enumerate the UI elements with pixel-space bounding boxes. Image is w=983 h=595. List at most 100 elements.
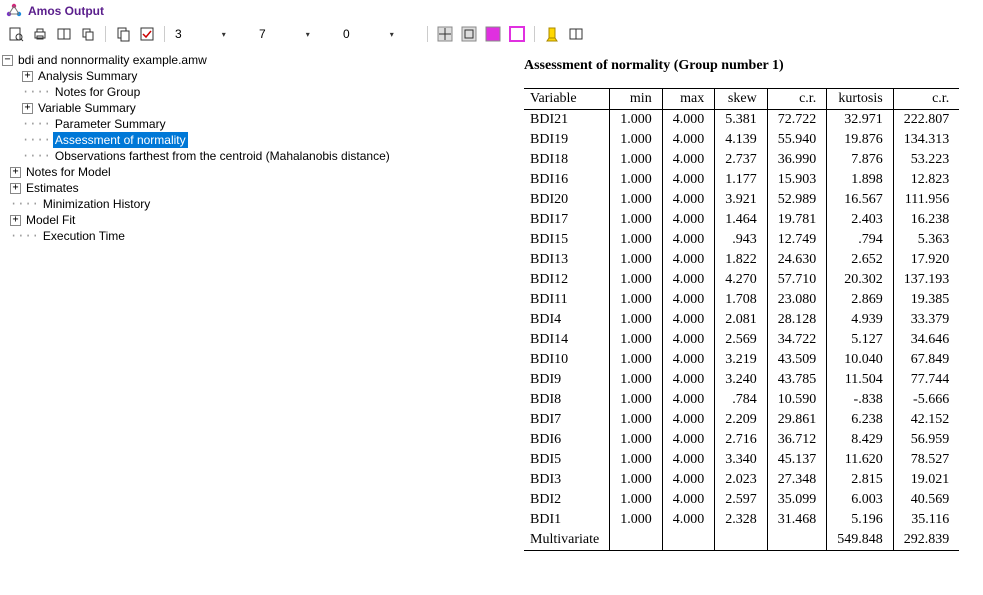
- table-cell: 5.363: [893, 230, 959, 250]
- table-header: c.r.: [767, 89, 827, 110]
- main-area: − bdi and nonnormality example.amw +Anal…: [0, 48, 983, 595]
- tree-item[interactable]: +Estimates: [2, 180, 508, 196]
- tree-root[interactable]: − bdi and nonnormality example.amw: [2, 52, 508, 68]
- table-cell: 19.385: [893, 290, 959, 310]
- table-row: BDI181.0004.0002.73736.9907.87653.223: [524, 150, 959, 170]
- table-cell: 292.839: [893, 530, 959, 551]
- table-cell: 5.127: [827, 330, 894, 350]
- table-cell: 78.527: [893, 450, 959, 470]
- table-cell: 36.712: [767, 430, 827, 450]
- copy-clipboard-button[interactable]: [113, 24, 133, 44]
- tree-item[interactable]: ····Notes for Group: [2, 84, 508, 100]
- dropdown-arrow-icon: ▾: [306, 30, 310, 39]
- table-cell: 56.959: [893, 430, 959, 450]
- table-cell: BDI11: [524, 290, 610, 310]
- table-cell: 34.646: [893, 330, 959, 350]
- table-cell: 4.000: [662, 430, 715, 450]
- window-title: Amos Output: [28, 4, 104, 18]
- table-cell: 4.000: [662, 450, 715, 470]
- content-pane: Assessment of normality (Group number 1)…: [510, 48, 983, 595]
- table-cell: 4.000: [662, 230, 715, 250]
- table-cell: BDI2: [524, 490, 610, 510]
- book-button[interactable]: [54, 24, 74, 44]
- table-cell: BDI19: [524, 130, 610, 150]
- print-button[interactable]: [30, 24, 50, 44]
- table-cell: 3.219: [715, 350, 768, 370]
- table-cell: 52.989: [767, 190, 827, 210]
- table-cell: 1.000: [610, 450, 663, 470]
- navigation-tree[interactable]: − bdi and nonnormality example.amw +Anal…: [0, 48, 510, 595]
- tree-item[interactable]: ····Assessment of normality: [2, 132, 508, 148]
- table-cell: 16.567: [827, 190, 894, 210]
- table-cell: 4.000: [662, 250, 715, 270]
- expand-icon[interactable]: +: [10, 215, 21, 226]
- expand-icon[interactable]: +: [22, 71, 33, 82]
- expand-icon[interactable]: +: [10, 183, 21, 194]
- table-cell: [715, 530, 768, 551]
- combo-3[interactable]: 0 ▾: [340, 24, 420, 44]
- toggle-cross-button[interactable]: [435, 24, 455, 44]
- toolbar-separator: [427, 26, 428, 42]
- table-cell: 12.823: [893, 170, 959, 190]
- toolbar: 3 ▾ 7 ▾ 0 ▾: [0, 22, 983, 48]
- table-cell: BDI13: [524, 250, 610, 270]
- dropdown-arrow-icon: ▾: [390, 30, 394, 39]
- tree-item[interactable]: ····Parameter Summary: [2, 116, 508, 132]
- tree-item[interactable]: ····Execution Time: [2, 228, 508, 244]
- table-cell: 24.630: [767, 250, 827, 270]
- expand-icon[interactable]: +: [22, 103, 33, 114]
- combo-1[interactable]: 3 ▾: [172, 24, 252, 44]
- table-cell: -5.666: [893, 390, 959, 410]
- table-cell: 10.590: [767, 390, 827, 410]
- tree-item[interactable]: +Analysis Summary: [2, 68, 508, 84]
- table-cell: 11.504: [827, 370, 894, 390]
- tree-leaf-dots: ····: [10, 196, 39, 212]
- table-cell: 4.000: [662, 350, 715, 370]
- table-row: BDI201.0004.0003.92152.98916.567111.956: [524, 190, 959, 210]
- magenta-fill-button[interactable]: [483, 24, 503, 44]
- table-cell: 2.081: [715, 310, 768, 330]
- table-cell: 29.861: [767, 410, 827, 430]
- table-cell: 40.569: [893, 490, 959, 510]
- tree-item[interactable]: ····Minimization History: [2, 196, 508, 212]
- combo-2[interactable]: 7 ▾: [256, 24, 336, 44]
- table-cell: 16.238: [893, 210, 959, 230]
- tree-item[interactable]: +Model Fit: [2, 212, 508, 228]
- table-cell: 2.023: [715, 470, 768, 490]
- tree-item-label: Notes for Group: [53, 84, 142, 100]
- table-cell: 11.620: [827, 450, 894, 470]
- table-cell: 2.716: [715, 430, 768, 450]
- tree-item[interactable]: +Notes for Model: [2, 164, 508, 180]
- tree-item[interactable]: ····Observations farthest from the centr…: [2, 148, 508, 164]
- table-cell: 1.708: [715, 290, 768, 310]
- table-cell: 42.152: [893, 410, 959, 430]
- table-cell: 1.000: [610, 290, 663, 310]
- tree-item-label: Analysis Summary: [36, 68, 139, 84]
- table-cell: 4.000: [662, 190, 715, 210]
- table-cell: 43.785: [767, 370, 827, 390]
- toggle-box-button[interactable]: [459, 24, 479, 44]
- highlight-button[interactable]: [542, 24, 562, 44]
- magenta-empty-button[interactable]: [507, 24, 527, 44]
- collapse-icon[interactable]: −: [2, 55, 13, 66]
- table-row: BDI21.0004.0002.59735.0996.00340.569: [524, 490, 959, 510]
- tree-item[interactable]: +Variable Summary: [2, 100, 508, 116]
- table-header: max: [662, 89, 715, 110]
- table-row: BDI51.0004.0003.34045.13711.62078.527: [524, 450, 959, 470]
- table-row: BDI131.0004.0001.82224.6302.65217.920: [524, 250, 959, 270]
- expand-icon[interactable]: +: [10, 167, 21, 178]
- table-cell: 4.000: [662, 210, 715, 230]
- table-cell: 4.000: [662, 510, 715, 530]
- help-book-button[interactable]: [566, 24, 586, 44]
- preview-button[interactable]: [6, 24, 26, 44]
- table-cell: 4.270: [715, 270, 768, 290]
- options-button[interactable]: [137, 24, 157, 44]
- table-cell: 45.137: [767, 450, 827, 470]
- copy-button[interactable]: [78, 24, 98, 44]
- table-cell: 43.509: [767, 350, 827, 370]
- table-cell: BDI20: [524, 190, 610, 210]
- table-cell: 3.340: [715, 450, 768, 470]
- combo-3-value: 0: [343, 27, 350, 41]
- table-cell: 57.710: [767, 270, 827, 290]
- table-cell: 2.737: [715, 150, 768, 170]
